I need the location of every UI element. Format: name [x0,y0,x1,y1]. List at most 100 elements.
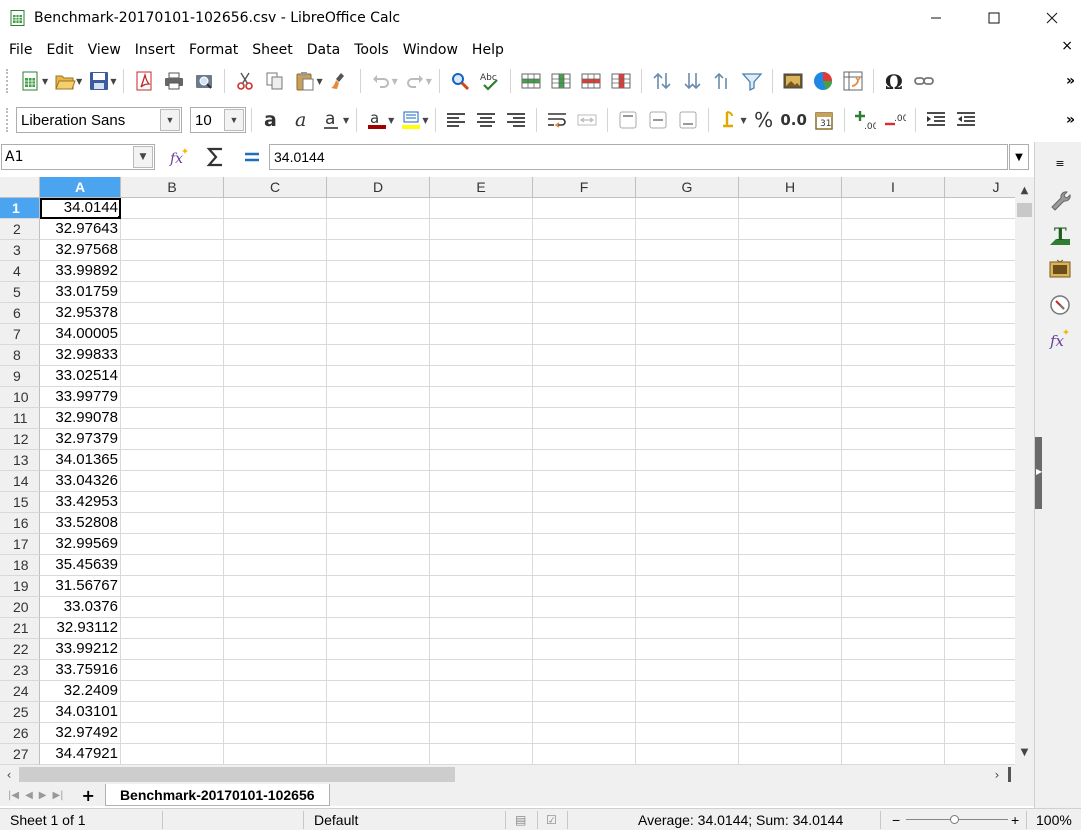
chevron-down-icon[interactable]: ▼ [224,109,244,131]
cell-g3[interactable] [636,240,739,261]
font-name-combo[interactable]: Liberation Sans ▼ [16,107,182,133]
cell-h20[interactable] [739,597,842,618]
cell-g19[interactable] [636,576,739,597]
cell-d24[interactable] [327,681,430,702]
cell-d26[interactable] [327,723,430,744]
cell-i7[interactable] [842,324,945,345]
cell-e17[interactable] [430,534,533,555]
cell-h16[interactable] [739,513,842,534]
horizontal-scroll-thumb[interactable] [19,767,455,782]
row-header[interactable]: 2 [0,219,40,240]
cut-button[interactable] [230,67,260,95]
cell-i26[interactable] [842,723,945,744]
undo-dropdown-icon[interactable]: ▼ [392,77,398,86]
row-header[interactable]: 23 [0,660,40,681]
cell-d7[interactable] [327,324,430,345]
cell-b18[interactable] [121,555,224,576]
cell-e15[interactable] [430,492,533,513]
cell-f9[interactable] [533,366,636,387]
cell-g2[interactable] [636,219,739,240]
cell-a8[interactable]: 32.99833 [40,345,121,366]
cell-c2[interactable] [224,219,327,240]
column-header-b[interactable]: B [121,177,224,198]
special-character-button[interactable]: Ω [879,67,909,95]
chevron-down-icon[interactable]: ▼ [133,146,153,168]
date-format-button[interactable]: 31 [809,106,839,134]
cell-j24[interactable] [945,681,1015,702]
cell-h15[interactable] [739,492,842,513]
menu-file[interactable]: File [2,42,39,58]
cell-f3[interactable] [533,240,636,261]
align-bottom-button[interactable] [673,106,703,134]
cell-a21[interactable]: 32.93112 [40,618,121,639]
cell-b16[interactable] [121,513,224,534]
next-sheet-icon[interactable]: ▶ [39,790,47,801]
paste-dropdown-icon[interactable]: ▼ [316,77,322,86]
cell-a25[interactable]: 34.03101 [40,702,121,723]
cell-h4[interactable] [739,261,842,282]
cell-a13[interactable]: 34.01365 [40,450,121,471]
cell-c27[interactable] [224,744,327,765]
close-window-button[interactable] [1023,0,1081,36]
cell-j20[interactable] [945,597,1015,618]
cell-f24[interactable] [533,681,636,702]
cell-g26[interactable] [636,723,739,744]
formula-input[interactable]: 34.0144 [269,144,1008,170]
cell-d18[interactable] [327,555,430,576]
cell-f15[interactable] [533,492,636,513]
cell-j9[interactable] [945,366,1015,387]
cell-i25[interactable] [842,702,945,723]
row-header[interactable]: 27 [0,744,40,765]
vertical-scrollbar[interactable]: ▲ ▼ [1015,177,1034,765]
cell-b2[interactable] [121,219,224,240]
cell-i20[interactable] [842,597,945,618]
cell-f6[interactable] [533,303,636,324]
cell-j15[interactable] [945,492,1015,513]
cell-b5[interactable] [121,282,224,303]
hyperlink-button[interactable] [909,67,939,95]
navigator-deck-button[interactable] [1047,292,1073,318]
cell-g17[interactable] [636,534,739,555]
sort-ascending-button[interactable] [707,67,737,95]
row-header[interactable]: 8 [0,345,40,366]
cell-c26[interactable] [224,723,327,744]
formula-button[interactable] [237,143,267,171]
insert-column-button[interactable] [546,67,576,95]
cell-g21[interactable] [636,618,739,639]
cell-h24[interactable] [739,681,842,702]
cell-j11[interactable] [945,408,1015,429]
row-header[interactable]: 20 [0,597,40,618]
cell-i8[interactable] [842,345,945,366]
cell-g23[interactable] [636,660,739,681]
insert-row-button[interactable] [516,67,546,95]
cell-b8[interactable] [121,345,224,366]
cell-e26[interactable] [430,723,533,744]
cell-g1[interactable] [636,198,739,219]
row-header[interactable]: 6 [0,303,40,324]
cell-e6[interactable] [430,303,533,324]
cell-h2[interactable] [739,219,842,240]
cell-c22[interactable] [224,639,327,660]
cell-h27[interactable] [739,744,842,765]
cell-i21[interactable] [842,618,945,639]
minimize-button[interactable] [907,0,965,36]
cell-f10[interactable] [533,387,636,408]
cell-a5[interactable]: 33.01759 [40,282,121,303]
vertical-scroll-thumb[interactable] [1017,203,1032,217]
number-format-button[interactable]: 0.0 [779,106,809,134]
insert-image-button[interactable] [778,67,808,95]
cell-h22[interactable] [739,639,842,660]
toolbar-grip[interactable] [6,108,10,132]
cell-j1[interactable] [945,198,1015,219]
cell-i15[interactable] [842,492,945,513]
horizontal-scrollbar[interactable]: ‹ › [0,765,1034,784]
cell-e27[interactable] [430,744,533,765]
cell-a7[interactable]: 34.00005 [40,324,121,345]
cell-h17[interactable] [739,534,842,555]
cell-e2[interactable] [430,219,533,240]
find-replace-button[interactable] [445,67,475,95]
cell-b22[interactable] [121,639,224,660]
cell-j5[interactable] [945,282,1015,303]
cell-c13[interactable] [224,450,327,471]
cell-d15[interactable] [327,492,430,513]
